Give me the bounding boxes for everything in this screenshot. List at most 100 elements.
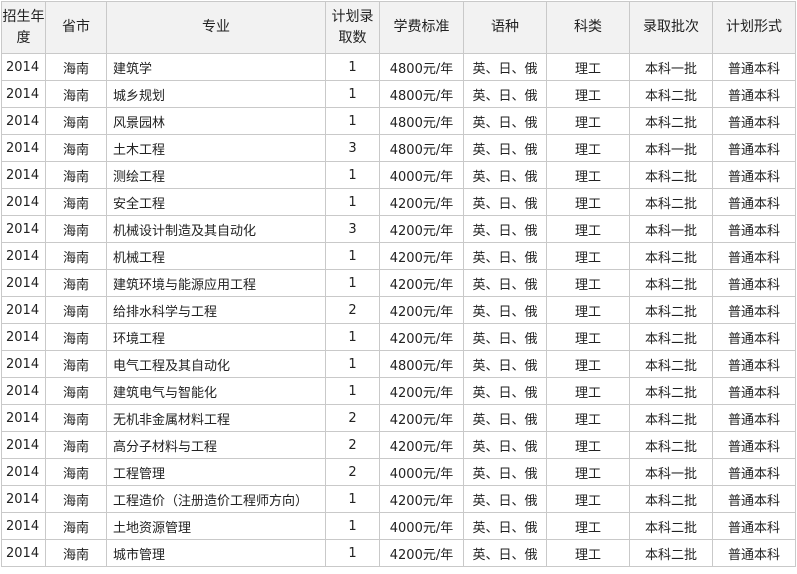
batch-cell: 本科一批 [629, 134, 713, 162]
year-cell: 2014 [1, 188, 46, 216]
tuition-cell: 4800元/年 [379, 107, 464, 135]
plan-count-cell: 1 [325, 350, 380, 378]
plan-count-cell: 2 [325, 296, 380, 324]
year-cell: 2014 [1, 80, 46, 108]
language-cell: 英、日、俄 [463, 242, 547, 270]
category-cell: 理工 [546, 512, 630, 540]
plan-type-cell: 普通本科 [712, 80, 796, 108]
table-row: 2014 海南 机械工程 1 4200元/年 英、日、俄 理工 本科二批 普通本科 [1, 242, 796, 270]
category-cell: 理工 [546, 350, 630, 378]
province-cell: 海南 [45, 458, 107, 486]
plan-count-cell: 1 [325, 323, 380, 351]
header-tuition: 学费标准 [379, 1, 464, 54]
header-province: 省市 [45, 1, 107, 54]
province-cell: 海南 [45, 296, 107, 324]
plan-type-cell: 普通本科 [712, 242, 796, 270]
table-row: 2014 海南 工程管理 2 4000元/年 英、日、俄 理工 本科一批 普通本科 [1, 458, 796, 486]
plan-count-cell: 3 [325, 134, 380, 162]
batch-cell: 本科二批 [629, 350, 713, 378]
year-cell: 2014 [1, 53, 46, 81]
language-cell: 英、日、俄 [463, 539, 547, 567]
major-cell: 高分子材料与工程 [106, 431, 326, 459]
tuition-cell: 4200元/年 [379, 404, 464, 432]
plan-type-cell: 普通本科 [712, 296, 796, 324]
table-row: 2014 海南 高分子材料与工程 2 4200元/年 英、日、俄 理工 本科二批 普通本科 [1, 431, 796, 459]
language-cell: 英、日、俄 [463, 161, 547, 189]
tuition-cell: 4200元/年 [379, 431, 464, 459]
year-cell: 2014 [1, 296, 46, 324]
batch-cell: 本科二批 [629, 323, 713, 351]
table-row: 2014 海南 土木工程 3 4800元/年 英、日、俄 理工 本科一批 普通本科 [1, 134, 796, 162]
major-cell: 电气工程及其自动化 [106, 350, 326, 378]
year-cell: 2014 [1, 350, 46, 378]
batch-cell: 本科二批 [629, 107, 713, 135]
plan-count-cell: 1 [325, 107, 380, 135]
province-cell: 海南 [45, 161, 107, 189]
batch-cell: 本科二批 [629, 188, 713, 216]
language-cell: 英、日、俄 [463, 269, 547, 297]
table-row: 2014 海南 建筑环境与能源应用工程 1 4200元/年 英、日、俄 理工 本科二批 普通本科 [1, 269, 796, 297]
province-cell: 海南 [45, 269, 107, 297]
batch-cell: 本科二批 [629, 296, 713, 324]
province-cell: 海南 [45, 377, 107, 405]
language-cell: 英、日、俄 [463, 485, 547, 513]
province-cell: 海南 [45, 431, 107, 459]
plan-count-cell: 1 [325, 161, 380, 189]
province-cell: 海南 [45, 242, 107, 270]
header-batch: 录取批次 [629, 1, 713, 54]
header-plan-count: 计划录取数 [325, 1, 380, 54]
table-row: 2014 海南 无机非金属材料工程 2 4200元/年 英、日、俄 理工 本科二批 普通本科 [1, 404, 796, 432]
plan-type-cell: 普通本科 [712, 458, 796, 486]
plan-count-cell: 2 [325, 431, 380, 459]
tuition-cell: 4800元/年 [379, 80, 464, 108]
plan-type-cell: 普通本科 [712, 431, 796, 459]
batch-cell: 本科二批 [629, 161, 713, 189]
batch-cell: 本科二批 [629, 404, 713, 432]
major-cell: 土木工程 [106, 134, 326, 162]
batch-cell: 本科二批 [629, 539, 713, 567]
table-row: 2014 海南 安全工程 1 4200元/年 英、日、俄 理工 本科二批 普通本科 [1, 188, 796, 216]
language-cell: 英、日、俄 [463, 458, 547, 486]
table-row: 2014 海南 机械设计制造及其自动化 3 4200元/年 英、日、俄 理工 本科一批 普通本科 [1, 215, 796, 243]
plan-type-cell: 普通本科 [712, 485, 796, 513]
year-cell: 2014 [1, 404, 46, 432]
major-cell: 建筑环境与能源应用工程 [106, 269, 326, 297]
category-cell: 理工 [546, 485, 630, 513]
major-cell: 测绘工程 [106, 161, 326, 189]
language-cell: 英、日、俄 [463, 188, 547, 216]
tuition-cell: 4200元/年 [379, 323, 464, 351]
plan-count-cell: 1 [325, 539, 380, 567]
plan-count-cell: 3 [325, 215, 380, 243]
table-row: 2014 海南 城市管理 1 4200元/年 英、日、俄 理工 本科二批 普通本科 [1, 539, 796, 567]
batch-cell: 本科一批 [629, 215, 713, 243]
table-row: 2014 海南 建筑电气与智能化 1 4200元/年 英、日、俄 理工 本科二批 普通本科 [1, 377, 796, 405]
table-row: 2014 海南 土地资源管理 1 4000元/年 英、日、俄 理工 本科二批 普通本科 [1, 512, 796, 540]
plan-type-cell: 普通本科 [712, 350, 796, 378]
province-cell: 海南 [45, 323, 107, 351]
language-cell: 英、日、俄 [463, 431, 547, 459]
province-cell: 海南 [45, 404, 107, 432]
major-cell: 无机非金属材料工程 [106, 404, 326, 432]
table-row: 2014 海南 风景园林 1 4800元/年 英、日、俄 理工 本科二批 普通本科 [1, 107, 796, 135]
category-cell: 理工 [546, 458, 630, 486]
province-cell: 海南 [45, 485, 107, 513]
header-major: 专业 [106, 1, 326, 54]
major-cell: 风景园林 [106, 107, 326, 135]
category-cell: 理工 [546, 107, 630, 135]
tuition-cell: 4200元/年 [379, 269, 464, 297]
batch-cell: 本科二批 [629, 431, 713, 459]
year-cell: 2014 [1, 269, 46, 297]
tuition-cell: 4200元/年 [379, 296, 464, 324]
language-cell: 英、日、俄 [463, 53, 547, 81]
plan-type-cell: 普通本科 [712, 377, 796, 405]
plan-count-cell: 1 [325, 80, 380, 108]
language-cell: 英、日、俄 [463, 296, 547, 324]
plan-type-cell: 普通本科 [712, 269, 796, 297]
category-cell: 理工 [546, 215, 630, 243]
province-cell: 海南 [45, 53, 107, 81]
language-cell: 英、日、俄 [463, 107, 547, 135]
language-cell: 英、日、俄 [463, 377, 547, 405]
tuition-cell: 4000元/年 [379, 512, 464, 540]
province-cell: 海南 [45, 134, 107, 162]
category-cell: 理工 [546, 431, 630, 459]
